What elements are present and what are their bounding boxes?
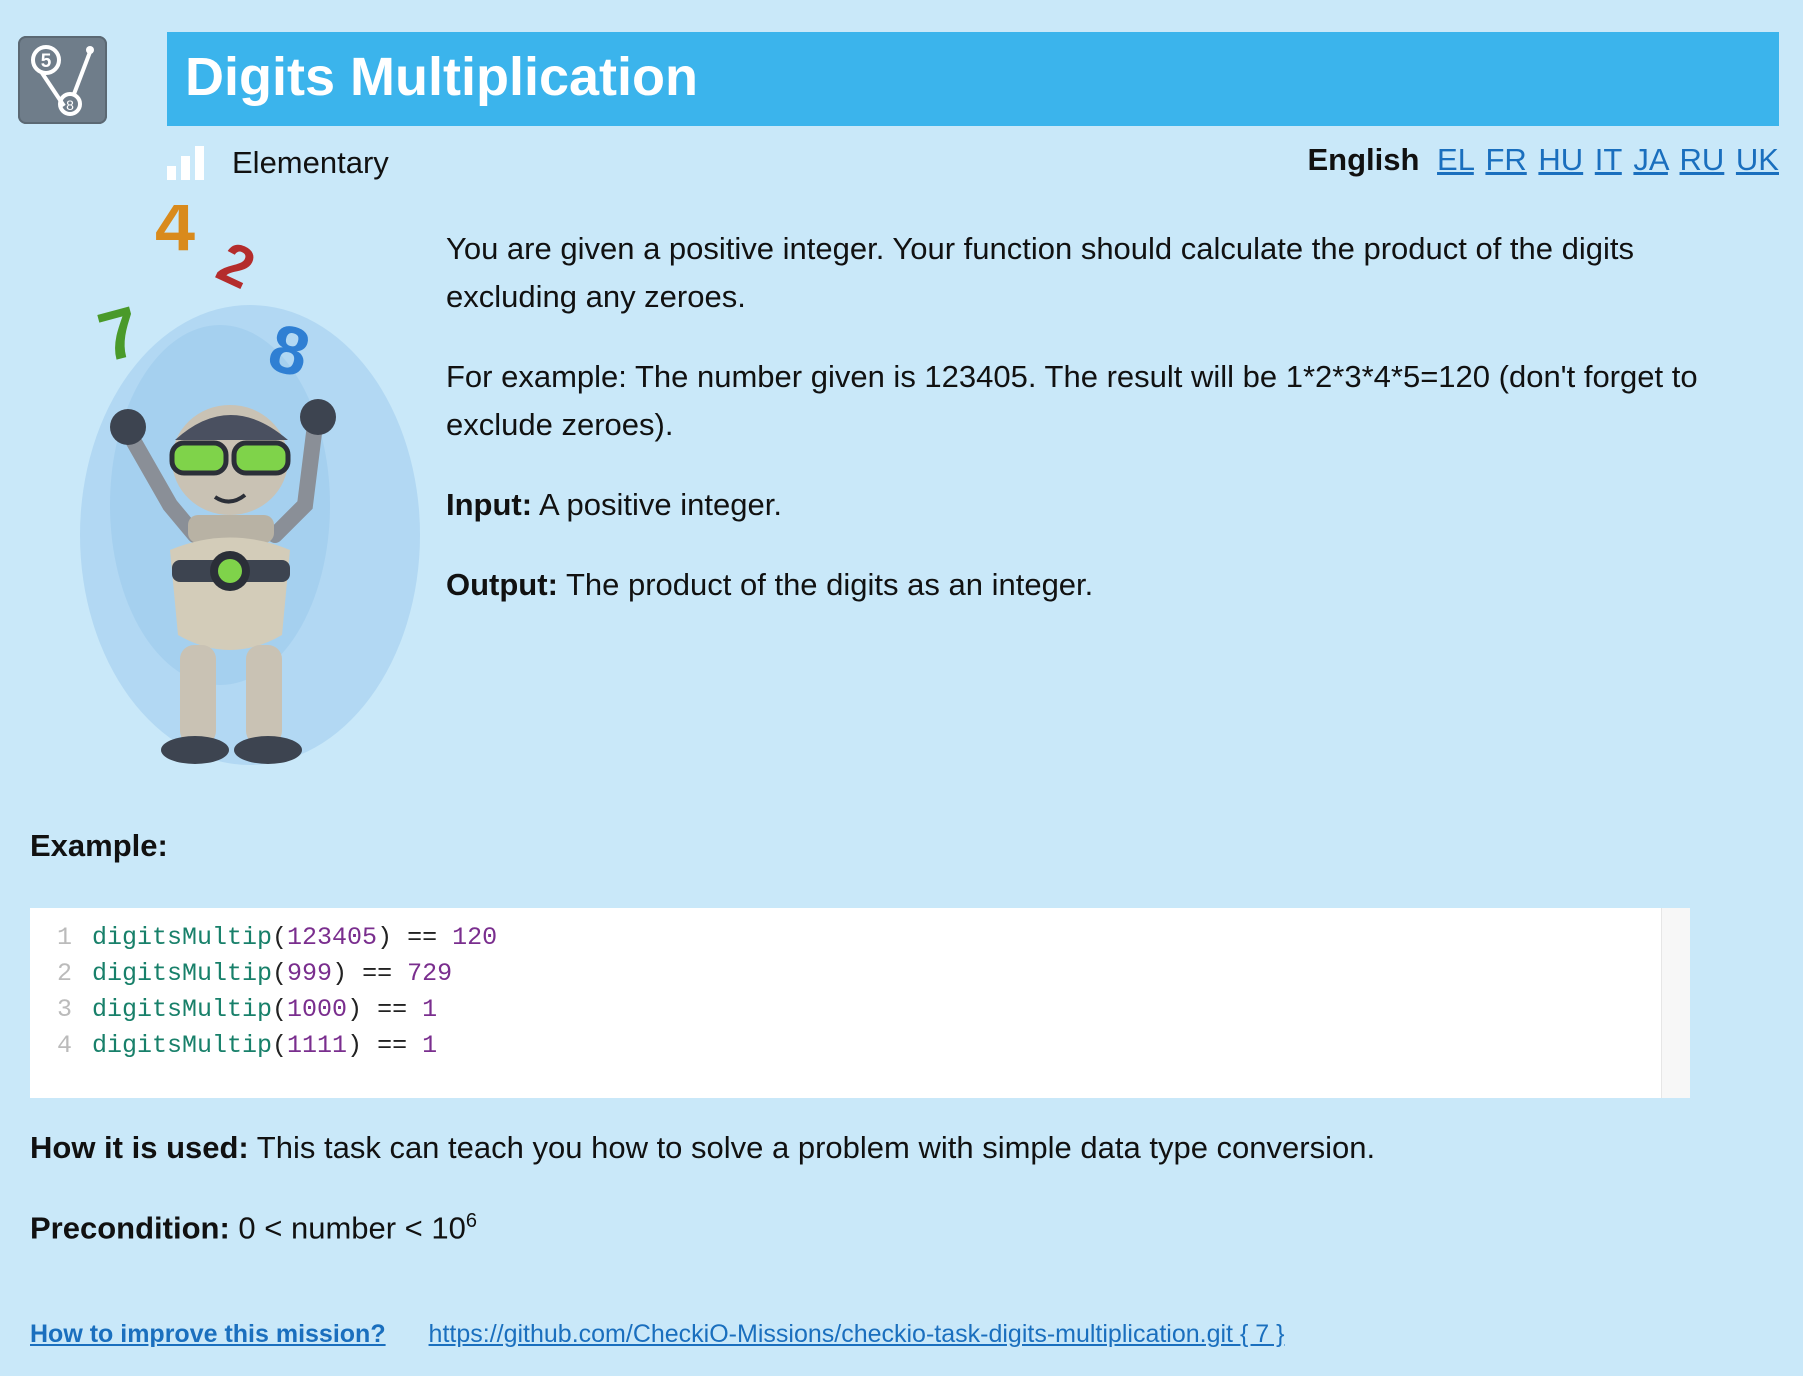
mission-description: You are given a positive integer. Your f…: [446, 225, 1706, 641]
lang-link-fr[interactable]: FR: [1485, 142, 1526, 177]
current-language: English: [1307, 142, 1420, 177]
lang-link-it[interactable]: IT: [1595, 142, 1622, 177]
lang-link-uk[interactable]: UK: [1736, 142, 1779, 177]
digit-4: 4: [155, 205, 195, 266]
line-number: 2: [56, 959, 72, 988]
code-function: digitsMultip: [92, 959, 273, 988]
code-result: 1: [422, 1031, 438, 1060]
code-line: 2 digitsMultip(999) == 729: [30, 956, 1690, 992]
line-number: 1: [56, 923, 72, 952]
usage-text: This task can teach you how to solve a p…: [248, 1130, 1376, 1165]
lang-link-el[interactable]: EL: [1437, 142, 1474, 177]
page-title: Digits Multiplication: [185, 47, 698, 107]
improve-mission-link[interactable]: How to improve this mission?: [30, 1320, 386, 1348]
code-argument: 123405: [287, 923, 378, 952]
precondition-label: Precondition:: [30, 1210, 230, 1246]
code-scrollbar[interactable]: [1661, 908, 1690, 1098]
code-argument: 999: [287, 959, 333, 988]
code-result: 120: [452, 923, 498, 952]
precondition-text: 0 < number < 10: [229, 1210, 466, 1246]
code-result: 1: [422, 995, 438, 1024]
output-text: The product of the digits as an integer.: [557, 567, 1094, 602]
lang-link-hu[interactable]: HU: [1538, 142, 1583, 177]
example-heading: Example:: [30, 828, 168, 863]
svg-text:5: 5: [41, 51, 52, 72]
code-function: digitsMultip: [92, 923, 273, 952]
code-argument: 1000: [287, 995, 348, 1024]
code-function: digitsMultip: [92, 995, 273, 1024]
description-paragraph-2: For example: The number given is 123405.…: [446, 359, 1698, 442]
precondition-exponent: 6: [465, 1210, 478, 1232]
difficulty-indicator: Elementary: [167, 143, 389, 183]
footer: How to improve this mission? https://git…: [30, 1320, 1284, 1349]
input-spec: Input: A positive integer.: [446, 481, 1706, 529]
code-example-block[interactable]: 1 digitsMultip(123405) == 120 2 digitsMu…: [30, 908, 1690, 1098]
title-bar: Digits Multiplication: [167, 32, 1779, 126]
output-label: Output:: [446, 567, 558, 602]
repository-link[interactable]: https://github.com/CheckiO-Missions/chec…: [429, 1320, 1285, 1348]
code-line: 1 digitsMultip(123405) == 120: [30, 920, 1690, 956]
precondition-section: Precondition: 0 < number < 106: [30, 1210, 477, 1246]
line-number: 4: [56, 1031, 72, 1060]
difficulty-label: Elementary: [232, 145, 389, 180]
code-function: digitsMultip: [92, 1031, 273, 1060]
lang-link-ru[interactable]: RU: [1680, 142, 1725, 177]
lang-link-ja[interactable]: JA: [1633, 142, 1667, 177]
input-label: Input:: [446, 487, 533, 522]
code-result: 729: [407, 959, 453, 988]
code-line: 3 digitsMultip(1000) == 1: [30, 992, 1690, 1028]
code-argument: 1111: [287, 1031, 348, 1060]
robot-illustration: 4 2 7 8: [60, 186, 420, 785]
line-number: 3: [56, 995, 72, 1024]
description-paragraph-1: You are given a positive integer. Your f…: [446, 231, 1635, 314]
usage-section: How it is used: This task can teach you …: [30, 1130, 1375, 1166]
input-text: A positive integer.: [532, 487, 782, 522]
code-line: 4 digitsMultip(1111) == 1: [30, 1028, 1690, 1064]
output-spec: Output: The product of the digits as an …: [446, 561, 1706, 609]
digit-2: 2: [208, 229, 265, 302]
language-switcher: English EL FR HU IT JA RU UK: [1307, 142, 1779, 178]
difficulty-bars-icon: [167, 146, 204, 180]
mission-icon: 5 8: [18, 36, 107, 124]
digit-7: 7: [91, 291, 149, 376]
svg-text:8: 8: [66, 97, 74, 113]
usage-label: How it is used:: [30, 1130, 249, 1165]
